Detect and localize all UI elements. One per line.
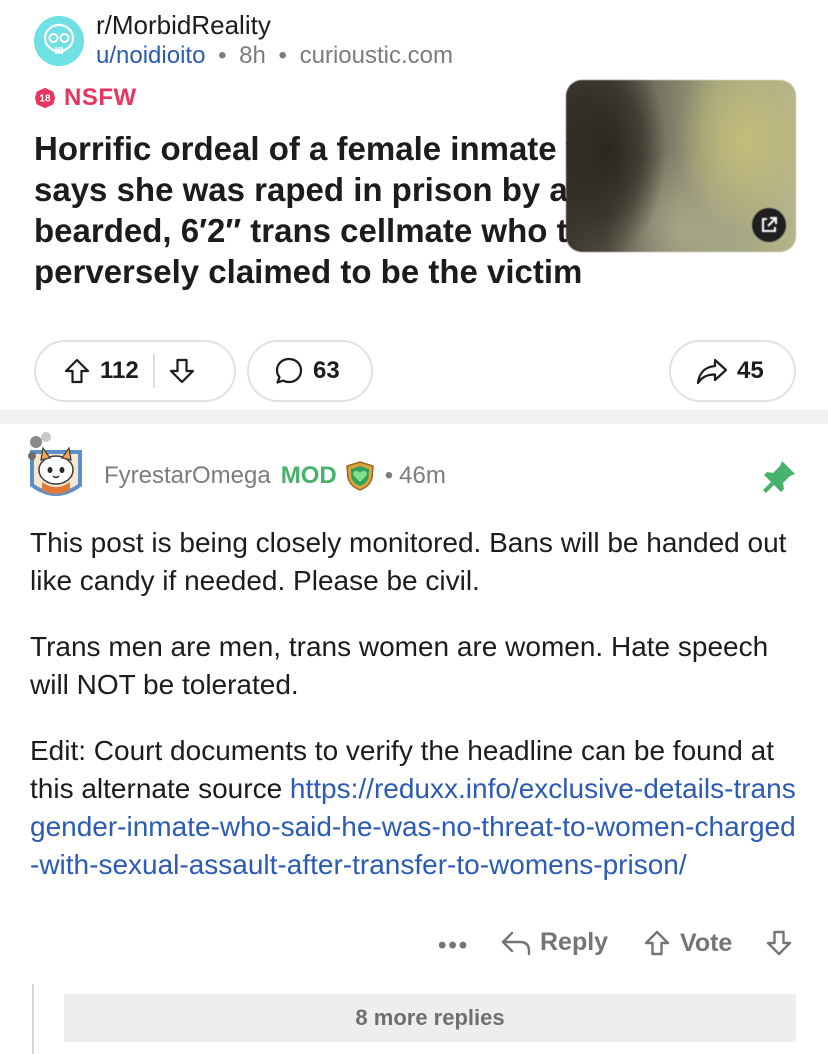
section-divider [0,410,828,424]
comments-button[interactable]: 63 [247,340,373,402]
mod-shield-icon [345,461,374,491]
skull-icon [34,16,84,66]
downvote-arrow-icon [766,930,792,956]
comment-header: FyrestarOmega MOD • 46m [104,460,446,492]
comment-age: 46m [399,462,446,489]
upvote-count: 112 [100,357,139,384]
post-title[interactable]: Horrific ordeal of a female inmate who s… [34,128,634,292]
post-domain[interactable]: curioustic.com [300,42,453,69]
comment-body: This post is being closely monitored. Ba… [30,524,800,912]
reply-arrow-icon [501,931,531,955]
post-thumbnail[interactable] [566,80,796,252]
vote-control: 112 [34,340,236,402]
post-author[interactable]: u/noidioito [96,42,205,69]
comment-paragraph: Trans men are men, trans women are women… [30,631,769,700]
comment-paragraph: This post is being closely monitored. Ba… [30,527,787,596]
upvote-arrow-icon [644,930,670,956]
meta-separator: • [218,42,227,69]
nsfw-badge-text: 18 [39,94,51,105]
post-meta: u/noidioito • 8h • curioustic.com [96,42,453,70]
meta-separator: • [278,42,287,69]
comment-actions: ••• Reply Vote [0,928,828,972]
nsfw-18-icon: 18 [34,87,56,109]
nsfw-label: NSFW [64,84,137,111]
commenter-username[interactable]: FyrestarOmega [104,462,271,490]
subreddit-avatar[interactable] [34,16,84,66]
comment-downvote-button[interactable] [764,928,794,958]
reply-button[interactable]: Reply [500,928,608,957]
comment-upvote-button[interactable]: Vote [642,928,732,958]
comment-meta-separator: • [384,462,394,489]
vote-separator [152,354,155,388]
post-card[interactable]: r/MorbidReality u/noidioito • 8h • curio… [0,0,828,410]
commenter-avatar[interactable] [24,430,88,506]
share-button[interactable]: 45 [669,340,796,402]
mod-label: MOD [280,462,337,489]
more-replies-button[interactable]: 8 more replies [64,994,796,1042]
pin-icon [763,461,795,493]
reply-label: Reply [540,928,609,956]
thread-line[interactable] [32,984,34,1054]
downvote-arrow-icon[interactable] [167,356,197,386]
nsfw-tag: 18 NSFW [34,84,137,112]
upvote-arrow-icon[interactable] [62,356,92,386]
vote-label: Vote [680,928,733,957]
post-age: 8h [239,42,266,69]
share-count: 45 [737,357,764,384]
more-options-button[interactable]: ••• [438,932,469,960]
subreddit-name[interactable]: r/MorbidReality [96,10,271,41]
share-arrow-icon [696,358,728,385]
comment-bubble-icon [275,357,303,384]
external-link-icon[interactable] [752,208,786,242]
comment-paragraph-with-link: Edit: Court documents to verify the head… [30,732,800,884]
comment-count: 63 [313,357,340,384]
